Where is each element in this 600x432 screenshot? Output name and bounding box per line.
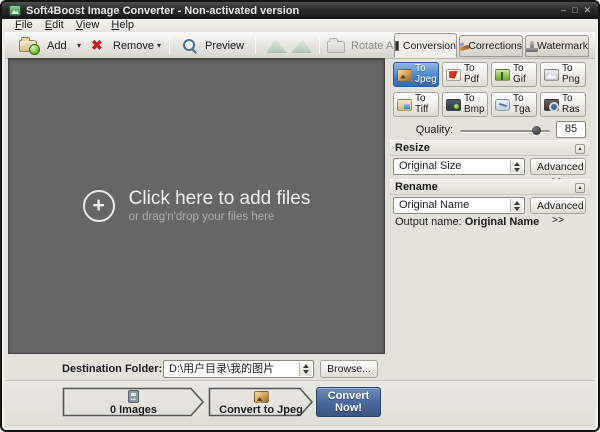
conversion-target-label: Convert to Jpeg bbox=[219, 404, 303, 416]
menu-bar: File Edit View Help bbox=[5, 19, 595, 32]
tiff-icon bbox=[397, 99, 412, 111]
add-dropdown-caret-icon[interactable]: ▾ bbox=[77, 41, 81, 50]
tab-corrections[interactable]: Corrections bbox=[459, 35, 523, 57]
title-bar: Soft4Boost Image Converter - Non-activat… bbox=[2, 2, 598, 19]
rotate-right-icon bbox=[291, 38, 313, 53]
dropzone-subtitle: or drag'n'drop your files here bbox=[129, 211, 311, 223]
tab-watermark[interactable]: Watermark bbox=[525, 35, 589, 57]
toolbar-separator bbox=[319, 36, 320, 54]
format-to-png-button[interactable]: To Png bbox=[540, 62, 586, 87]
png-icon bbox=[544, 69, 559, 81]
menu-help[interactable]: Help bbox=[105, 19, 140, 32]
tab-corrections-label: Corrections bbox=[468, 40, 522, 52]
resize-section-header: Resize ▴ bbox=[390, 140, 590, 156]
resize-select-spinner-icon[interactable] bbox=[510, 160, 523, 173]
rename-advanced-button[interactable]: Advanced >> bbox=[530, 197, 586, 214]
output-name-line: Output name: Original Name bbox=[395, 216, 539, 228]
corrections-tab-icon bbox=[460, 41, 464, 52]
conversion-status-bar: 0 Images Convert to Jpeg Convert Now! bbox=[5, 380, 595, 427]
rename-collapse-button[interactable]: ▴ bbox=[575, 183, 585, 193]
conversion-target-step: Convert to Jpeg bbox=[208, 387, 314, 417]
toolbar-separator bbox=[255, 36, 256, 54]
images-count-step: 0 Images bbox=[62, 387, 205, 417]
rename-select[interactable]: Original Name bbox=[393, 197, 525, 214]
destination-folder-input[interactable]: D:\用户目录\我的图片 bbox=[163, 360, 314, 378]
quality-slider-thumb[interactable] bbox=[532, 126, 541, 135]
quality-label: Quality: bbox=[393, 124, 453, 136]
close-button[interactable]: ✕ bbox=[583, 6, 591, 15]
output-name-label: Output name: bbox=[395, 216, 462, 228]
file-drop-zone[interactable]: + Click here to add files or drag'n'drop… bbox=[8, 58, 385, 354]
tab-watermark-label: Watermark bbox=[537, 40, 588, 52]
jpeg-icon bbox=[397, 69, 412, 81]
images-count-label: 0 Images bbox=[110, 404, 157, 416]
destination-spinner-icon[interactable] bbox=[299, 362, 312, 376]
remove-dropdown-caret-icon[interactable]: ▾ bbox=[157, 41, 161, 50]
minimize-button[interactable]: – bbox=[561, 6, 566, 15]
preview-icon[interactable] bbox=[183, 39, 198, 54]
output-name-value: Original Name bbox=[465, 216, 540, 228]
rotate-left-icon bbox=[265, 38, 287, 53]
resize-select[interactable]: Original Size bbox=[393, 158, 525, 175]
format-to-tga-button[interactable]: To Tga bbox=[491, 92, 537, 117]
pdf-icon bbox=[446, 69, 461, 81]
ras-icon bbox=[544, 99, 559, 111]
toolbar-separator bbox=[169, 36, 170, 54]
tab-conversion[interactable]: Conversion bbox=[394, 33, 457, 58]
format-to-tiff-button[interactable]: To Tiff bbox=[393, 92, 439, 117]
remove-button[interactable]: Remove bbox=[113, 40, 154, 52]
conversion-tab-icon bbox=[395, 41, 399, 51]
browse-button[interactable]: Browse... bbox=[320, 360, 378, 378]
menu-edit[interactable]: Edit bbox=[39, 19, 70, 32]
add-files-icon[interactable] bbox=[19, 40, 37, 52]
watermark-tab-icon bbox=[526, 41, 533, 52]
format-to-bmp-button[interactable]: To Bmp bbox=[442, 92, 488, 117]
gif-icon bbox=[495, 69, 510, 81]
rotate-all-button: Rotate All bbox=[351, 40, 398, 52]
add-files-plus-icon[interactable]: + bbox=[83, 190, 115, 222]
app-window: Soft4Boost Image Converter - Non-activat… bbox=[0, 0, 600, 432]
app-icon bbox=[9, 5, 21, 16]
tga-icon bbox=[495, 99, 510, 111]
quality-value-field[interactable]: 85 bbox=[556, 121, 586, 138]
images-counter-icon bbox=[128, 390, 139, 403]
rename-select-spinner-icon[interactable] bbox=[510, 199, 523, 212]
rename-section-header: Rename ▴ bbox=[390, 179, 590, 195]
output-format-grid: To Jpeg To Pdf To Gif To Png To Tiff To … bbox=[393, 62, 586, 117]
resize-collapse-button[interactable]: ▴ bbox=[575, 144, 585, 154]
bmp-icon bbox=[446, 99, 461, 111]
preview-button[interactable]: Preview bbox=[205, 40, 244, 52]
convert-now-button[interactable]: Convert Now! bbox=[316, 387, 381, 417]
tab-conversion-label: Conversion bbox=[403, 40, 456, 52]
window-title: Soft4Boost Image Converter - Non-activat… bbox=[26, 5, 556, 17]
menu-view[interactable]: View bbox=[70, 19, 106, 32]
jpeg-icon bbox=[254, 391, 269, 403]
maximize-button[interactable]: □ bbox=[572, 6, 577, 15]
format-to-jpeg-button[interactable]: To Jpeg bbox=[393, 62, 439, 87]
menu-file[interactable]: File bbox=[9, 19, 39, 32]
destination-folder-label: Destination Folder: bbox=[62, 363, 162, 375]
format-to-ras-button[interactable]: To Ras bbox=[540, 92, 586, 117]
dropzone-title: Click here to add files bbox=[129, 189, 311, 210]
format-to-pdf-button[interactable]: To Pdf bbox=[442, 62, 488, 87]
remove-icon[interactable]: ✖ bbox=[91, 37, 103, 54]
format-to-gif-button[interactable]: To Gif bbox=[491, 62, 537, 87]
resize-advanced-button[interactable]: Advanced >> bbox=[530, 158, 586, 175]
rotate-all-icon bbox=[327, 41, 345, 53]
add-button[interactable]: Add bbox=[47, 40, 67, 52]
quality-slider[interactable] bbox=[460, 130, 550, 133]
